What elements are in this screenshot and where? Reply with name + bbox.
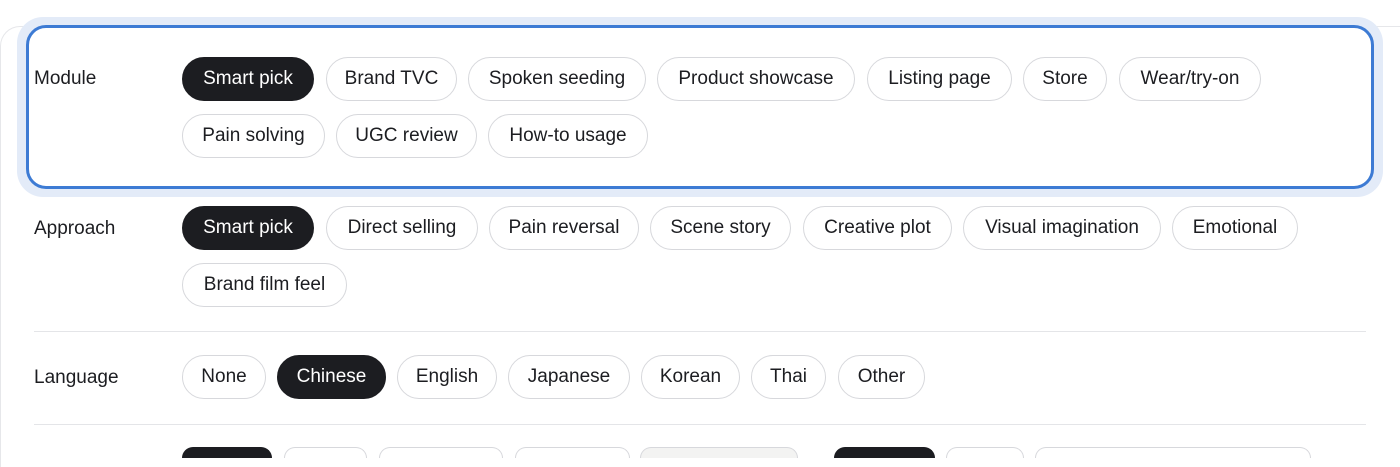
- section-divider: [34, 331, 1366, 332]
- module-option-ugc-review[interactable]: UGC review: [336, 114, 477, 158]
- next-row-chip[interactable]: [284, 447, 367, 458]
- language-label: Language: [34, 367, 119, 388]
- approach-option-pain-reversal[interactable]: Pain reversal: [489, 206, 639, 250]
- language-option-japanese[interactable]: Japanese: [508, 355, 630, 399]
- language-option-korean[interactable]: Korean: [641, 355, 740, 399]
- next-row-chip[interactable]: [379, 447, 503, 458]
- module-option-wear-try-on[interactable]: Wear/try-on: [1119, 57, 1261, 101]
- module-option-how-to-usage[interactable]: How-to usage: [488, 114, 648, 158]
- module-section: [26, 25, 1374, 189]
- approach-option-emotional[interactable]: Emotional: [1172, 206, 1298, 250]
- module-option-listing-page[interactable]: Listing page: [867, 57, 1012, 101]
- approach-option-smart-pick[interactable]: Smart pick: [182, 206, 314, 250]
- language-option-english[interactable]: English: [397, 355, 497, 399]
- next-row-chip[interactable]: [1035, 447, 1311, 458]
- module-option-product-showcase[interactable]: Product showcase: [657, 57, 855, 101]
- next-row-chip[interactable]: [182, 447, 272, 458]
- language-option-chinese[interactable]: Chinese: [277, 355, 386, 399]
- approach-option-creative-plot[interactable]: Creative plot: [803, 206, 952, 250]
- approach-option-brand-film-feel[interactable]: Brand film feel: [182, 263, 347, 307]
- module-option-brand-tvc[interactable]: Brand TVC: [326, 57, 457, 101]
- approach-label: Approach: [34, 218, 116, 239]
- approach-option-scene-story[interactable]: Scene story: [650, 206, 791, 250]
- next-row-chip[interactable]: [946, 447, 1024, 458]
- next-row-chip[interactable]: [640, 447, 798, 458]
- module-option-smart-pick[interactable]: Smart pick: [182, 57, 314, 101]
- approach-option-direct-selling[interactable]: Direct selling: [326, 206, 478, 250]
- module-label: Module: [34, 68, 97, 89]
- next-row-chip[interactable]: [515, 447, 630, 458]
- language-option-none[interactable]: None: [182, 355, 266, 399]
- next-row-chip[interactable]: [834, 447, 935, 458]
- section-divider: [34, 424, 1366, 425]
- approach-option-visual-imagination[interactable]: Visual imagination: [963, 206, 1161, 250]
- language-option-other[interactable]: Other: [838, 355, 925, 399]
- module-option-pain-solving[interactable]: Pain solving: [182, 114, 325, 158]
- module-option-spoken-seeding[interactable]: Spoken seeding: [468, 57, 646, 101]
- module-option-store[interactable]: Store: [1023, 57, 1107, 101]
- language-option-thai[interactable]: Thai: [751, 355, 826, 399]
